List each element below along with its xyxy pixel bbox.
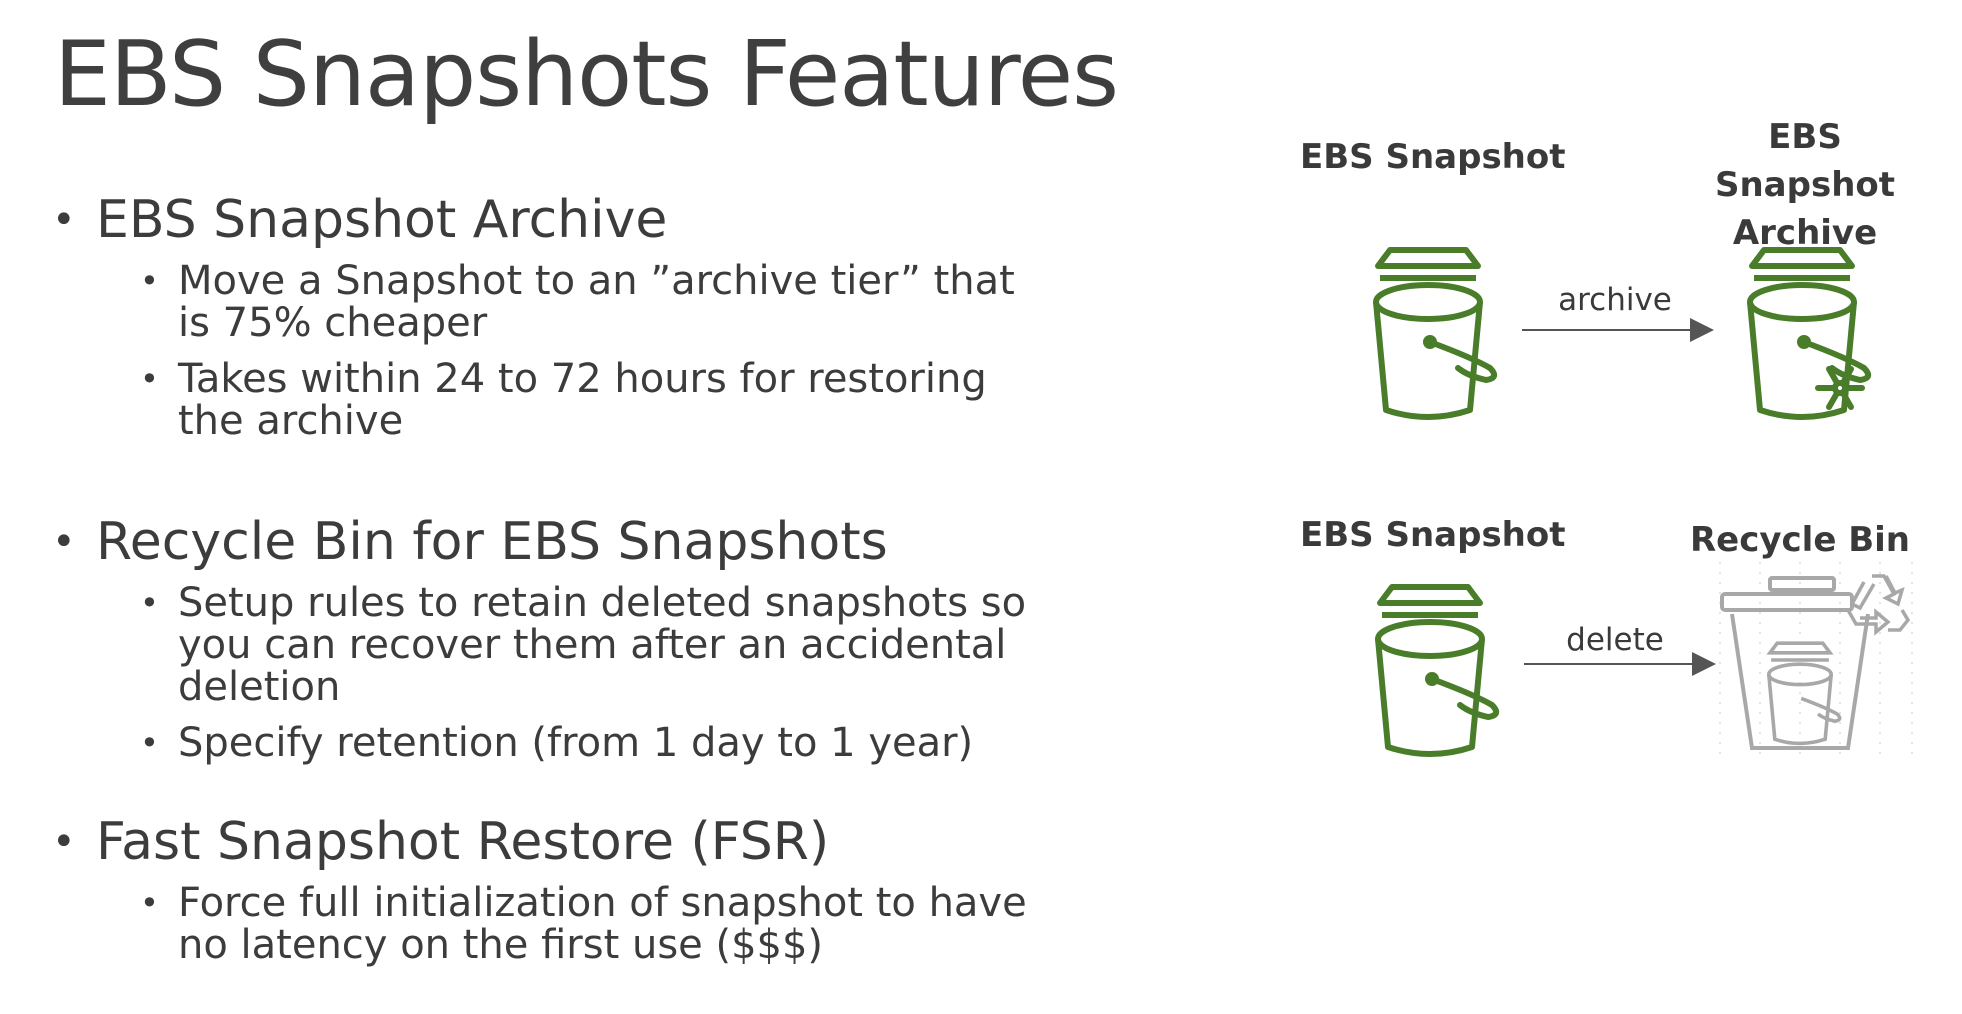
archive-arrow-label: archive <box>1558 282 1672 318</box>
delete-arrow-label: delete <box>1566 622 1664 658</box>
sub-bullet: Force full initialization of snapshot to… <box>140 882 1058 966</box>
archive-target-label: EBS Snapshot Archive <box>1714 117 1896 253</box>
delete-target-label: Recycle Bin <box>1689 520 1911 560</box>
sub-bullet: Takes within 24 to 72 hours for restorin… <box>140 358 1058 442</box>
sub-bullet-list: Force full initialization of snapshot to… <box>140 882 1058 966</box>
section-fsr: Fast Snapshot Restore (FSR) Force full i… <box>52 812 1058 980</box>
section-heading: Fast Snapshot Restore (FSR) <box>52 812 1058 872</box>
slide-title: EBS Snapshots Features <box>54 22 1119 127</box>
sub-bullet-list: Setup rules to retain deleted snapshots … <box>140 582 1058 764</box>
recycle-bin-icon <box>1719 562 1913 760</box>
bucket-icon <box>1376 250 1494 417</box>
archive-source-label: EBS Snapshot <box>1300 137 1566 177</box>
recycle-icon <box>1846 574 1911 636</box>
bucket-icon <box>1378 587 1496 754</box>
bucket-snowflake-icon <box>1750 250 1868 417</box>
sub-bullet-list: Move a Snapshot to an ”archive tier” tha… <box>140 260 1058 442</box>
snowflake-icon <box>1815 366 1865 410</box>
section-heading: Recycle Bin for EBS Snapshots <box>52 512 1058 572</box>
delete-source-label: EBS Snapshot <box>1300 515 1566 555</box>
sub-bullet: Setup rules to retain deleted snapshots … <box>140 582 1058 708</box>
section-heading: EBS Snapshot Archive <box>52 190 1058 250</box>
sub-bullet: Specify retention (from 1 day to 1 year) <box>140 722 1058 764</box>
section-snapshot-archive: EBS Snapshot Archive Move a Snapshot to … <box>52 190 1058 456</box>
section-recycle-bin: Recycle Bin for EBS Snapshots Setup rule… <box>52 512 1058 778</box>
sub-bullet: Move a Snapshot to an ”archive tier” tha… <box>140 260 1058 344</box>
